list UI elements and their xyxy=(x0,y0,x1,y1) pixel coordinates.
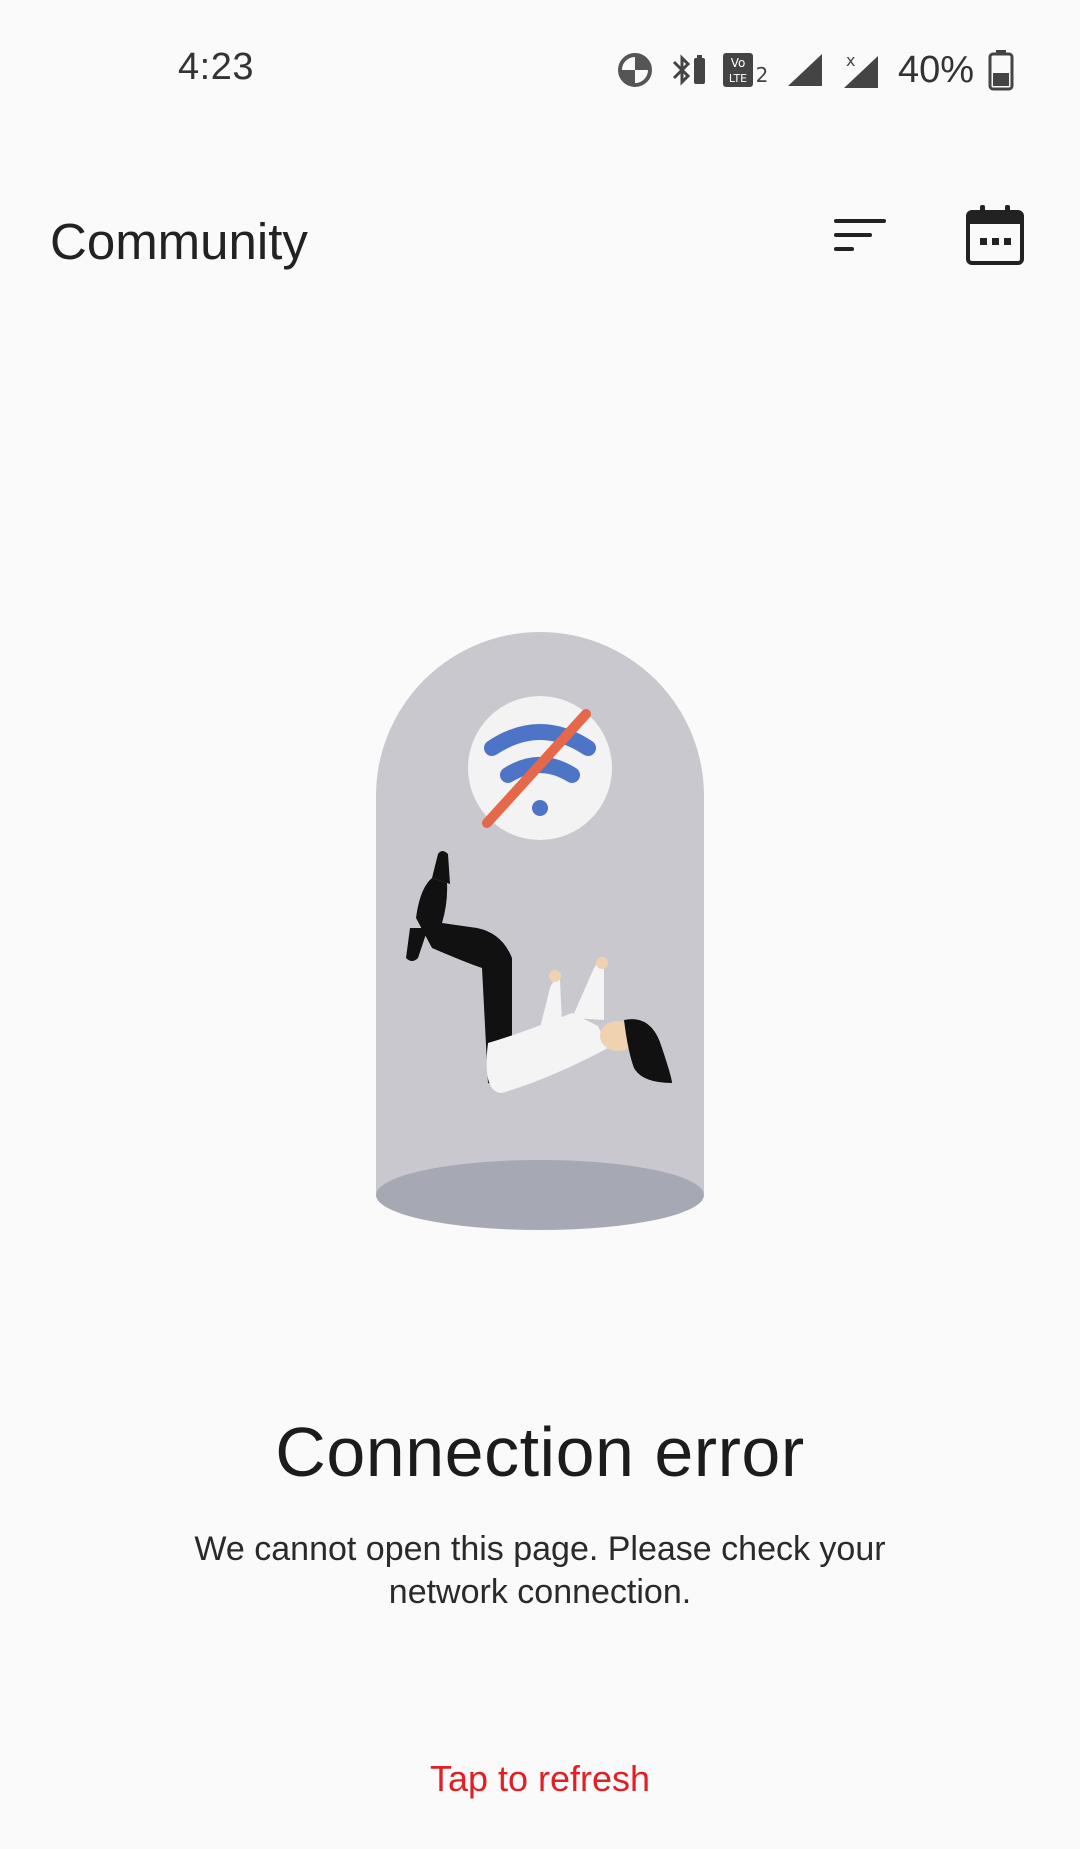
calendar-icon xyxy=(966,205,1024,265)
no-wifi-icon xyxy=(468,696,612,840)
signal-icon xyxy=(787,54,822,86)
error-message: We cannot open this page. Please check y… xyxy=(194,1530,886,1611)
status-icons: Vo LTE 2 x 40% xyxy=(602,48,1014,92)
tap-to-refresh-button[interactable]: Tap to refresh xyxy=(390,1758,690,1800)
status-time: 4:23 xyxy=(178,46,254,88)
battery-icon xyxy=(988,50,1014,91)
volte-label-bottom: LTE xyxy=(729,72,747,85)
app-header: Community xyxy=(0,180,1080,300)
volte-label-top: Vo xyxy=(731,56,746,70)
connection-error-illustration xyxy=(376,632,704,1230)
battery-percent: 40% xyxy=(897,48,974,91)
page-title: Community xyxy=(50,213,308,270)
bluetooth-icon xyxy=(672,54,705,86)
sort-icon xyxy=(834,219,886,251)
floor-shadow xyxy=(376,1160,704,1230)
calendar-button[interactable] xyxy=(950,190,1040,280)
no-service-mark: x xyxy=(846,51,855,70)
signal-no-service-icon: x xyxy=(843,51,878,88)
error-title: Connection error xyxy=(275,1413,805,1491)
status-bar: 4:23 Vo LTE 2 x 40% xyxy=(0,0,1080,140)
data-saver-icon xyxy=(617,53,652,87)
volte-lte2-icon: Vo LTE 2 xyxy=(722,53,769,87)
sim-number: 2 xyxy=(756,63,769,87)
sort-button[interactable] xyxy=(815,190,905,280)
